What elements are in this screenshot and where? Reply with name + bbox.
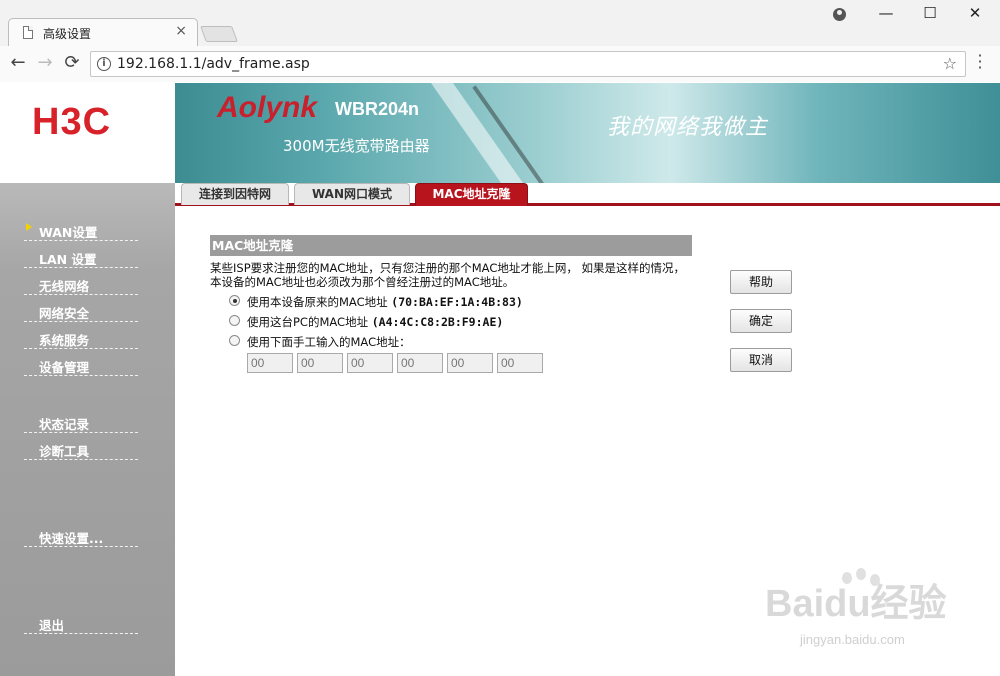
sidebar-item-label: 退出 [39, 618, 65, 633]
help-button[interactable]: 帮助 [730, 270, 792, 294]
address-bar[interactable]: i 192.168.1.1/adv_frame.asp ☆ [90, 51, 966, 77]
sidebar-item-device-management[interactable]: 设备管理 [24, 354, 138, 376]
slogan: 我的网络我做主 [607, 115, 769, 140]
section-description: 某些ISP要求注册您的MAC地址，只有您注册的那个MAC地址才能上网， 如果是这… [210, 261, 686, 289]
sidebar-item-services[interactable]: 系统服务 [24, 327, 138, 349]
ok-button[interactable]: 确定 [730, 309, 792, 333]
sidebar-item-lan-settings[interactable]: LAN 设置 [24, 246, 138, 268]
h3c-logo: H3C [32, 101, 112, 143]
tab-strip: 高级设置 × — ☐ ✕ [0, 0, 1000, 46]
back-arrow-icon[interactable]: ← [6, 52, 30, 73]
browser-tab[interactable]: 高级设置 × [8, 18, 198, 46]
sidebar-item-label: 设备管理 [39, 360, 90, 375]
sidebar-item-label: 诊断工具 [39, 444, 90, 459]
url-text[interactable]: 192.168.1.1/adv_frame.asp [117, 56, 310, 72]
cancel-button[interactable]: 取消 [730, 348, 792, 372]
sidebar-item-quick-setup[interactable]: 快速设置... [24, 525, 138, 547]
mac-octet-6-input[interactable]: 00 [497, 353, 543, 373]
sidebar-item-label: 网络安全 [39, 306, 90, 321]
close-tab-icon[interactable]: × [175, 23, 187, 39]
watermark-url: jingyan.baidu.com [800, 632, 905, 647]
new-tab-button[interactable] [200, 26, 238, 42]
mac-octet-2-input[interactable]: 00 [297, 353, 343, 373]
sidebar-item-wireless[interactable]: 无线网络 [24, 273, 138, 295]
sidebar-item-label: WAN设置 [39, 225, 98, 240]
logo-area: H3C [0, 83, 175, 183]
page-icon [23, 26, 33, 39]
radio-pc-mac[interactable] [229, 315, 240, 326]
original-mac-value: (70:BA:EF:1A:4B:83) [391, 295, 523, 309]
model-name: WBR204n [335, 99, 420, 119]
minimize-icon[interactable]: — [866, 4, 906, 22]
product-subtitle: 300M无线宽带路由器 [283, 137, 430, 155]
manual-mac-fields: 00 00 00 00 00 00 [247, 353, 547, 375]
close-window-icon[interactable]: ✕ [955, 4, 995, 22]
sidebar: WAN设置 LAN 设置 无线网络 网络安全 系统服务 设备管理 状态记录 诊断… [0, 183, 175, 676]
mac-octet-4-input[interactable]: 00 [397, 353, 443, 373]
option-text: 使用这台PC的MAC地址 [247, 315, 369, 329]
sidebar-item-status-log[interactable]: 状态记录 [24, 411, 138, 433]
header-banner: Aolynk WBR204n 300M无线宽带路由器 我的网络我做主 [175, 83, 1000, 183]
option-label: 使用本设备原来的MAC地址 (70:BA:EF:1A:4B:83) [247, 294, 523, 310]
tab-wan-port-mode[interactable]: WAN网口模式 [294, 183, 410, 205]
reload-icon[interactable]: ⟳ [60, 52, 84, 73]
tab-mac-clone[interactable]: MAC地址克隆 [415, 183, 528, 206]
option-label: 使用这台PC的MAC地址 (A4:4C:C8:2B:F9:AE) [247, 314, 503, 330]
maximize-icon[interactable]: ☐ [910, 4, 950, 22]
pc-mac-value: (A4:4C:C8:2B:F9:AE) [371, 315, 504, 329]
tab-connect-internet[interactable]: 连接到因特网 [181, 183, 289, 205]
sidebar-item-wan-settings[interactable]: WAN设置 [24, 219, 138, 241]
browser-chrome: 高级设置 × — ☐ ✕ ← → ⟳ i 192.168.1.1/adv_fra… [0, 0, 1000, 82]
tab-title: 高级设置 [43, 27, 92, 41]
forward-arrow-icon[interactable]: → [33, 52, 57, 73]
option-text: 使用下面手工输入的MAC地址： [247, 335, 411, 349]
radio-manual-mac[interactable] [229, 335, 240, 346]
bookmark-star-icon[interactable]: ☆ [943, 54, 957, 73]
browser-menu-icon[interactable]: · · · [975, 48, 985, 76]
mac-octet-5-input[interactable]: 00 [447, 353, 493, 373]
radio-original-mac[interactable] [229, 295, 240, 306]
sidebar-item-diagnostics[interactable]: 诊断工具 [24, 438, 138, 460]
baidu-watermark: Baidu经验 [765, 583, 947, 625]
option-text: 使用本设备原来的MAC地址 [247, 295, 388, 309]
sidebar-item-label: 快速设置... [39, 531, 104, 546]
sidebar-item-label: 系统服务 [39, 333, 90, 348]
section-title: MAC地址克隆 [210, 235, 692, 256]
mac-octet-1-input[interactable]: 00 [247, 353, 293, 373]
user-icon[interactable] [833, 8, 846, 21]
active-arrow-icon [26, 223, 32, 231]
brand-name: Aolynk [217, 91, 318, 124]
sidebar-item-label: 状态记录 [39, 417, 90, 432]
sidebar-item-label: LAN 设置 [39, 252, 97, 267]
sidebar-item-logout[interactable]: 退出 [24, 612, 138, 634]
sidebar-item-security[interactable]: 网络安全 [24, 300, 138, 322]
info-icon[interactable]: i [97, 57, 111, 71]
mac-octet-3-input[interactable]: 00 [347, 353, 393, 373]
page-tabs: 连接到因特网 WAN网口模式 MAC地址克隆 [175, 183, 1000, 206]
browser-toolbar: ← → ⟳ i 192.168.1.1/adv_frame.asp ☆ · · · [0, 46, 1000, 82]
sidebar-item-label: 无线网络 [39, 279, 90, 294]
